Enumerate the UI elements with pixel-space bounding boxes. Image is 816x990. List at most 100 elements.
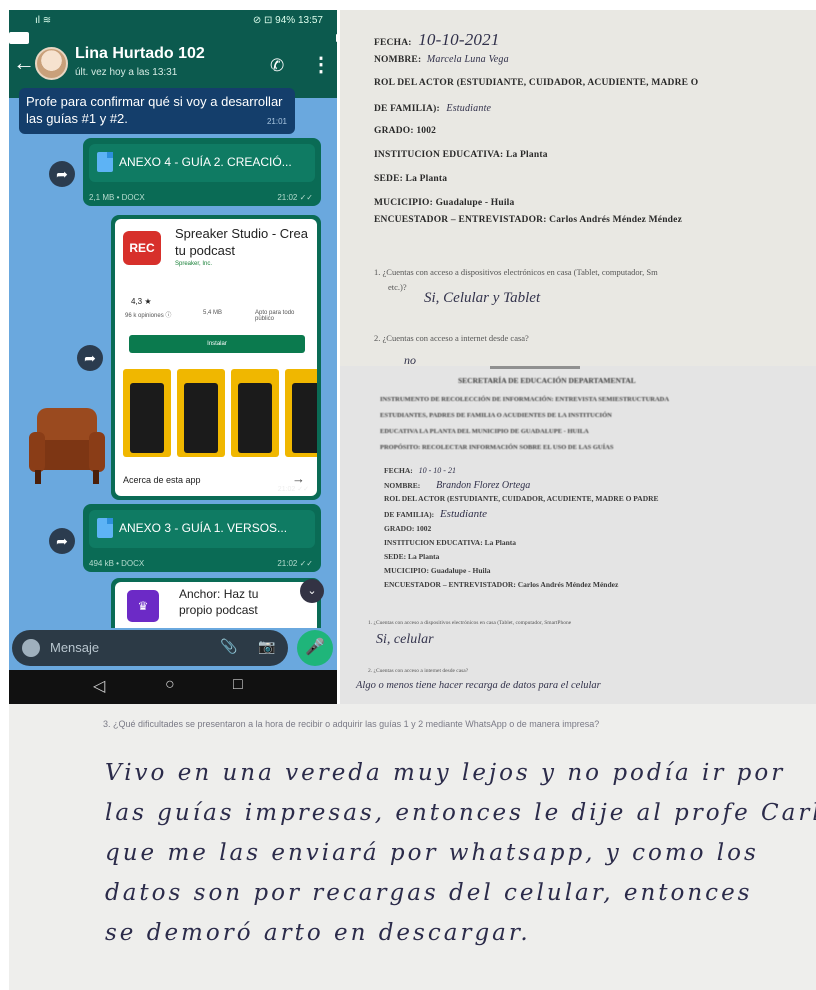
document-meta: 494 kB • DOCX: [89, 559, 145, 568]
grado-field: GRADO: 1002: [384, 524, 432, 533]
app-stats: 4,3 ★ 96 k opiniones ⓘ 5,4 MB Apto para …: [125, 297, 311, 322]
answer-2: no: [404, 353, 416, 366]
question-2: 2. ¿Cuentas con acceso a internet desde …: [368, 668, 469, 674]
municipio-field: MUCICIPIO: Guadalupe - Huila: [374, 198, 515, 208]
incoming-message[interactable]: Profe para confirmar qué si voy a desarr…: [19, 88, 295, 134]
app-reviews: 96 k opiniones ⓘ: [125, 313, 172, 319]
header-line: INSTRUMENTO DE RECOLECCIÓN DE INFORMACIÓ…: [380, 396, 670, 403]
app-age-rating: Apto para todo público: [255, 310, 295, 322]
header-line: PROPÓSITO: RECOLECTAR INFORMACIÓN SOBRE …: [380, 444, 614, 451]
nombre-label: NOMBRE:: [374, 55, 422, 65]
handwritten-line: datos son por recargas del celular, ento…: [105, 880, 753, 906]
rol-label: ROL DEL ACTOR (ESTUDIANTE, CUIDADOR, ACU…: [384, 494, 659, 503]
back-arrow-icon[interactable]: ←: [13, 50, 35, 76]
header-line: EDUCATIVA LA PLANTA DEL MUNICIPIO DE GUA…: [380, 428, 589, 435]
video-call-icon[interactable]: [9, 32, 29, 44]
rol-label: ROL DEL ACTOR (ESTUDIANTE, CUIDADOR, ACU…: [374, 78, 699, 88]
camera-icon[interactable]: 📷: [258, 638, 275, 655]
question-1: 1. ¿Cuentas con acceso a dispositivos el…: [374, 267, 658, 277]
forward-icon[interactable]: ➦: [77, 345, 103, 371]
sofa-sticker[interactable]: [29, 402, 105, 494]
document-preview[interactable]: ANEXO 4 - GUÍA 2. CREACIÓ...: [89, 144, 315, 182]
mic-icon[interactable]: 🎤: [297, 630, 333, 666]
scroll-down-icon[interactable]: ⌄: [300, 579, 324, 603]
message-text: Profe para confirmar qué si voy a desarr…: [26, 94, 283, 126]
app-size: 5,4 MB: [203, 310, 223, 316]
grado-label: GRADO:: [374, 126, 414, 136]
sede-field: SEDE: La Planta: [374, 174, 448, 184]
forward-icon[interactable]: ➦: [49, 161, 75, 187]
attach-icon[interactable]: 📎: [220, 638, 237, 655]
municipio-field: MUCICIPIO: Guadalupe - Huila: [384, 566, 491, 575]
institucion-field: INSTITUCION EDUCATIVA: La Planta: [384, 538, 517, 547]
contact-name[interactable]: Lina Hurtado 102: [75, 45, 205, 63]
document-message[interactable]: ANEXO 3 - GUÍA 1. VERSOS... 494 kB • DOC…: [83, 504, 321, 572]
familia-value: Estudiante: [446, 103, 492, 114]
phone-call-icon[interactable]: ✆: [270, 56, 284, 76]
institucion-field: INSTITUCION EDUCATIVA: La Planta: [374, 150, 548, 160]
answer-1: Si, Celular y Tablet: [424, 290, 541, 306]
avatar[interactable]: [35, 47, 68, 80]
document-time: 21:02 ✓✓: [277, 559, 313, 568]
message-input[interactable]: Mensaje 📎 📷: [12, 630, 288, 666]
app-screenshot: [231, 369, 279, 457]
install-button[interactable]: Instalar: [129, 335, 305, 353]
nav-recent-icon[interactable]: □: [233, 676, 243, 694]
app-developer: Spreaker, Inc.: [175, 261, 213, 267]
document-name: ANEXO 4 - GUÍA 2. CREACIÓ...: [119, 155, 292, 169]
document-time: 21:02 ✓✓: [277, 193, 313, 202]
answer-1: Si, celular: [376, 632, 434, 647]
about-app-link[interactable]: Acerca de esta app: [123, 475, 201, 485]
nav-home-icon[interactable]: ○: [165, 676, 175, 694]
handwritten-line: que me las enviará por whatsapp, y como …: [105, 840, 759, 866]
app-title: Spreaker Studio - Crea tu podcast: [175, 226, 308, 258]
handwritten-line: se demoró arto en descargar.: [105, 920, 531, 946]
grado-value: 1002: [416, 126, 437, 136]
whatsapp-screenshot: ıl ≋ ⊘ ⊡ 94% 13:57 ← Lina Hurtado 102 úl…: [9, 10, 337, 704]
fecha-value: 10-10-2021: [418, 30, 500, 49]
header-line: SECRETARÍA DE EDUCACIÓN DEPARTAMENTAL: [458, 376, 636, 385]
spreaker-logo: REC: [123, 231, 161, 265]
arrow-right-icon[interactable]: →: [292, 471, 305, 486]
anchor-logo: ♛: [127, 590, 159, 622]
document-name: ANEXO 3 - GUÍA 1. VERSOS...: [119, 521, 288, 535]
emoji-icon[interactable]: [22, 639, 40, 657]
message-placeholder: Mensaje: [50, 640, 100, 655]
status-indicators: ⊘ ⊡ 94% 13:57: [252, 15, 323, 26]
fecha-value: 10 - 10 - 21: [418, 466, 456, 475]
handwritten-line: Vivo en una vereda muy lejos y no podía …: [105, 760, 786, 786]
nombre-value: Brandon Florez Ortega: [436, 480, 531, 491]
app-title: Anchor: Haz tu propio podcast: [179, 587, 259, 617]
last-seen: últ. vez hoy a las 13:31: [75, 67, 178, 78]
document-meta: 2,1 MB • DOCX: [89, 193, 145, 202]
app-store-preview[interactable]: ♛ Anchor: Haz tu propio podcast: [115, 582, 317, 628]
nombre-label: NOMBRE:: [384, 481, 421, 490]
app-screenshot: [285, 369, 317, 457]
more-options-icon[interactable]: ⋮: [311, 52, 331, 77]
nombre-value: Marcela Luna Vega: [426, 54, 509, 65]
familia-label: DE FAMILIA):: [374, 104, 440, 114]
status-bar: ıl ≋ ⊘ ⊡ 94% 13:57: [9, 10, 337, 32]
document-message[interactable]: ANEXO 4 - GUÍA 2. CREACIÓ... 2,1 MB • DO…: [83, 138, 321, 206]
shared-app-card[interactable]: ♛ Anchor: Haz tu propio podcast: [111, 578, 321, 628]
shared-app-card[interactable]: REC Spreaker Studio - Crea tu podcast Sp…: [111, 215, 321, 500]
encuestador-field: ENCUESTADOR – ENTREVISTADOR: Carlos Andr…: [384, 580, 619, 589]
familia-label: DE FAMILIA):: [384, 510, 435, 519]
app-store-preview[interactable]: REC Spreaker Studio - Crea tu podcast Sp…: [115, 219, 317, 496]
question-3: 3. ¿Qué dificultades se presentaron a la…: [103, 719, 600, 729]
encuestador-field: ENCUESTADOR – ENTREVISTADOR: Carlos Andr…: [374, 215, 682, 225]
survey-answer-page: 3. ¿Qué dificultades se presentaron a la…: [9, 704, 816, 990]
familia-value: Estudiante: [439, 508, 488, 520]
signal-icon: ıl ≋: [35, 15, 52, 26]
app-screenshot: [123, 369, 171, 457]
nav-back-icon[interactable]: ◁: [93, 676, 105, 696]
survey-page-1: FECHA: 10-10-2021 NOMBRE: Marcela Luna V…: [340, 10, 816, 366]
document-icon: [97, 152, 113, 172]
document-preview[interactable]: ANEXO 3 - GUÍA 1. VERSOS...: [89, 510, 315, 548]
survey-page-2: SECRETARÍA DE EDUCACIÓN DEPARTAMENTAL IN…: [340, 366, 816, 704]
question-1: 1. ¿Cuentas con acceso a dispositivos el…: [368, 620, 572, 626]
header-line: ESTUDIANTES, PADRES DE FAMILIA O ACUDIEN…: [380, 412, 612, 419]
fecha-label: FECHA:: [384, 466, 413, 475]
app-screenshot: [177, 369, 225, 457]
forward-icon[interactable]: ➦: [49, 528, 75, 554]
